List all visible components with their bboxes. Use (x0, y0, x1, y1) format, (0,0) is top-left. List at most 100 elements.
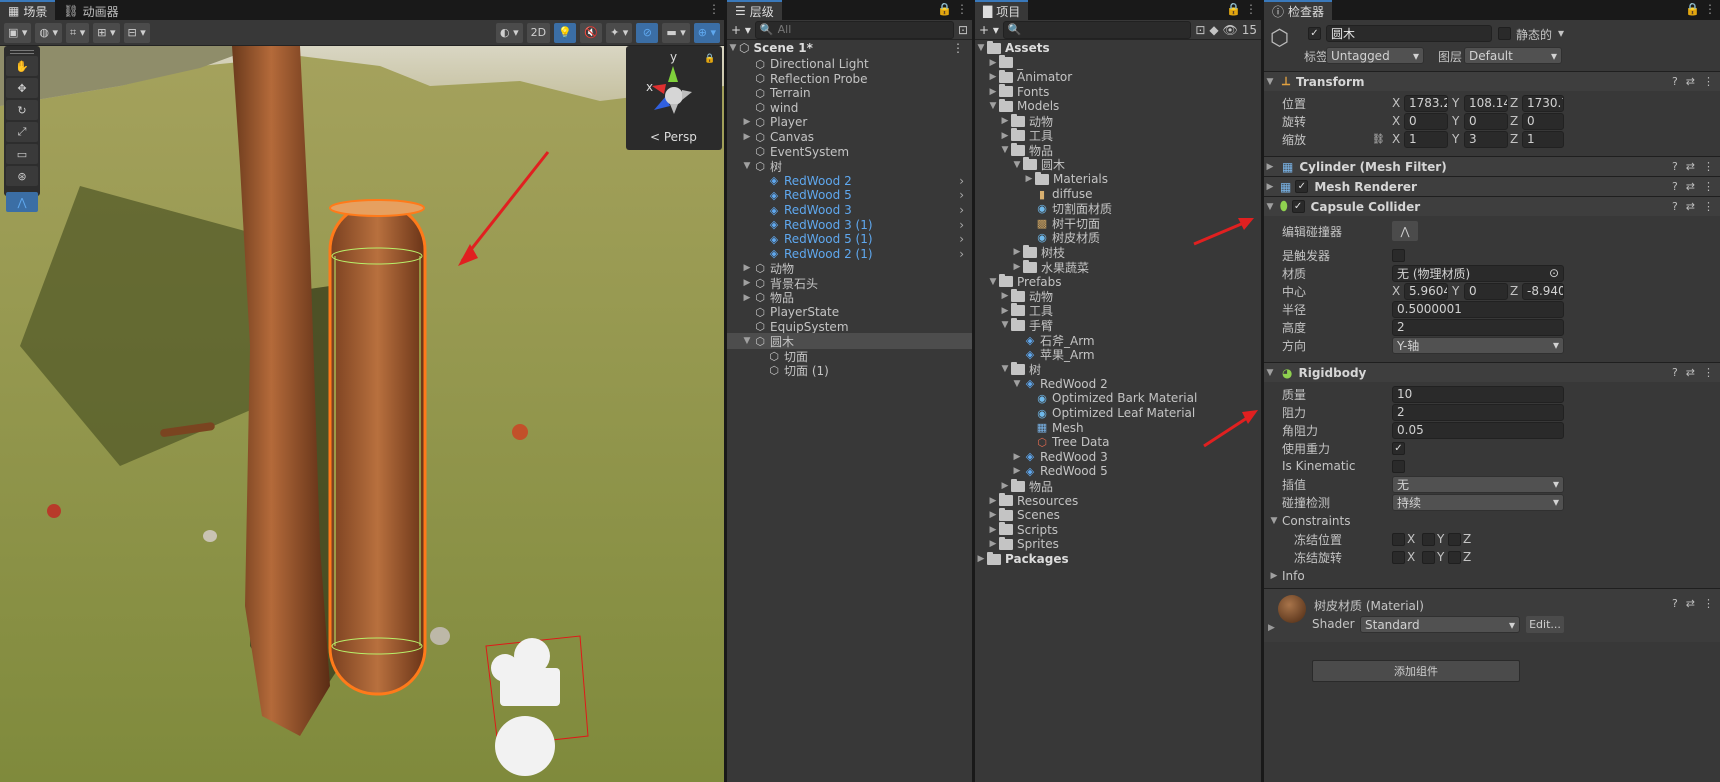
expand-arrow-icon[interactable]: ▶ (999, 481, 1011, 491)
globe-button[interactable]: ◍ ▾ (35, 22, 63, 43)
custom-tool-icon[interactable]: ⋀ (6, 192, 38, 212)
hidden-count-badge[interactable]: 👁 15 (1223, 23, 1257, 37)
component-menu-icon[interactable]: ⋮ (1703, 597, 1714, 610)
help-icon[interactable]: ? (1672, 200, 1678, 213)
static-checkbox[interactable] (1498, 27, 1511, 40)
hierarchy-search-input[interactable]: 🔍 All (754, 20, 954, 39)
project-item[interactable]: ▶ Resources (975, 493, 1261, 509)
hierarchy-item[interactable]: ▶ ⬡ 背景石头 (727, 275, 972, 291)
object-picker-icon[interactable]: ⊙ (1549, 266, 1559, 280)
help-icon[interactable]: ? (1672, 75, 1678, 88)
hierarchy-item[interactable]: ⬡ PlayerState (727, 304, 972, 320)
scene-row[interactable]: ▼ ⬡ Scene 1* ⋮ (727, 40, 972, 56)
position-x-field[interactable]: 1783.2 (1404, 94, 1448, 112)
add-component-button[interactable]: 添加组件 (1312, 660, 1520, 682)
transform-tool-icon[interactable]: ⊛ (6, 166, 38, 186)
use-gravity-checkbox[interactable]: ✓ (1392, 441, 1405, 455)
help-icon[interactable]: ? (1672, 160, 1678, 173)
move-tool-icon[interactable]: ✥ (6, 78, 38, 98)
scale-z-field[interactable]: 1 (1522, 130, 1564, 148)
expand-arrow-icon[interactable]: ▶ (999, 116, 1011, 126)
component-menu-icon[interactable]: ⋮ (1703, 200, 1714, 213)
hierarchy-item[interactable]: ◈ RedWood 3 › (727, 202, 972, 218)
hierarchy-item[interactable]: ⬡ EventSystem (727, 144, 972, 160)
hierarchy-item[interactable]: ⬡ 切面 (727, 348, 972, 364)
hierarchy-item[interactable]: ▶ ⬡ Player (727, 114, 972, 130)
expand-arrow-icon[interactable]: ▶ (1011, 466, 1023, 476)
project-item[interactable]: ▶ Scripts (975, 522, 1261, 538)
project-item[interactable]: ▶ 动物 (975, 113, 1261, 129)
expand-arrow-icon[interactable]: ▶ (987, 72, 999, 82)
expand-arrow-icon[interactable]: ▼ (999, 364, 1011, 374)
scene-menu-icon[interactable]: ⋮ (952, 41, 964, 55)
open-prefab-icon[interactable]: › (959, 218, 964, 232)
position-y-field[interactable]: 108.14 (1464, 94, 1508, 112)
hierarchy-menu-icon[interactable]: 🔒 ⋮ (937, 2, 968, 16)
expand-arrow-icon[interactable]: ▶ (741, 278, 753, 288)
static-dropdown-icon[interactable]: ▾ (1558, 26, 1564, 40)
expand-arrow-icon[interactable]: ▼ (987, 101, 999, 111)
layer-dropdown[interactable]: Default ▾ (1464, 47, 1562, 64)
add-button[interactable]: + ▾ (731, 23, 751, 37)
project-item[interactable]: ▶ Fonts (975, 84, 1261, 100)
project-item[interactable]: ▶ 物品 (975, 478, 1261, 494)
open-prefab-icon[interactable]: › (959, 203, 964, 217)
filter-label-icon[interactable]: ◆ (1209, 23, 1218, 37)
rigidbody-header[interactable]: ▼ ◕ Rigidbody ? ⇄ ⋮ (1264, 362, 1720, 382)
open-prefab-icon[interactable]: › (959, 174, 964, 188)
project-add-button[interactable]: + ▾ (979, 23, 999, 37)
collapse-arrow-icon[interactable]: ▶ (1264, 182, 1276, 192)
project-item[interactable]: ▶ Animator (975, 69, 1261, 85)
project-item[interactable]: ▶ 工具 (975, 128, 1261, 144)
snap-button[interactable]: ⌗ ▾ (66, 22, 90, 43)
mesh-filter-header[interactable]: ▶ ▦ Cylinder (Mesh Filter) ? ⇄ ⋮ (1264, 156, 1720, 176)
expand-arrow-icon[interactable]: ▶ (999, 131, 1011, 141)
scene-viewport[interactable]: ✋ ✥ ↻ ⤢ ▭ ⊛ ⋀ y 🔒 x < Persp (0, 46, 724, 782)
expand-arrow-icon[interactable]: ▶ (741, 263, 753, 273)
collapse-arrow-icon[interactable]: ▶ (1268, 571, 1280, 581)
expand-arrow-icon[interactable]: ▼ (999, 145, 1011, 155)
effects-button[interactable]: ✦ ▾ (606, 22, 633, 43)
project-item[interactable]: ▶ Materials (975, 171, 1261, 187)
search-options-icon[interactable]: ⊡ (958, 23, 968, 37)
grid-snap-button[interactable]: ⊞ ▾ (93, 22, 120, 43)
rotation-y-field[interactable]: 0 (1464, 112, 1508, 130)
link-icon[interactable]: ⛓ (1372, 134, 1385, 145)
expand-arrow-icon[interactable]: ▼ (741, 161, 753, 171)
preset-icon[interactable]: ⇄ (1686, 366, 1695, 379)
expand-arrow-icon[interactable]: ▼ (741, 336, 753, 346)
project-search-input[interactable]: 🔍 (1002, 20, 1192, 39)
gizmos-button[interactable]: ⊕ ▾ (693, 22, 720, 43)
filter-type-icon[interactable]: ⊡ (1195, 23, 1205, 37)
expand-arrow-icon[interactable]: ▶ (987, 539, 999, 549)
drag-field[interactable]: 2 (1392, 403, 1564, 421)
freeze-pos-x-checkbox[interactable] (1392, 532, 1405, 546)
capsule-enabled-checkbox[interactable]: ✓ (1291, 200, 1305, 213)
project-item[interactable]: ▼ 圆木 (975, 157, 1261, 173)
expand-arrow-icon[interactable]: ▼ (1264, 77, 1276, 87)
component-menu-icon[interactable]: ⋮ (1703, 180, 1714, 193)
edit-collider-button[interactable]: ⋀ (1392, 221, 1418, 241)
scale-y-field[interactable]: 3 (1464, 130, 1508, 148)
open-prefab-icon[interactable]: › (959, 188, 964, 202)
expand-arrow-icon[interactable]: ▶ (987, 525, 999, 535)
expand-arrow-icon[interactable]: ▶ (1011, 262, 1023, 272)
help-icon[interactable]: ? (1672, 597, 1678, 610)
project-menu-icon[interactable]: 🔒 ⋮ (1226, 2, 1257, 16)
hierarchy-item[interactable]: ⬡ Terrain (727, 85, 972, 101)
scale-tool-icon[interactable]: ⤢ (6, 122, 38, 142)
hierarchy-item[interactable]: ◈ RedWood 2 (1) › (727, 246, 972, 262)
collision-detection-dropdown[interactable]: 持续 ▾ (1392, 493, 1564, 511)
shader-dropdown[interactable]: Standard ▾ (1360, 616, 1520, 633)
project-item[interactable]: ▶ Sprites (975, 536, 1261, 552)
hierarchy-item[interactable]: ⬡ EquipSystem (727, 319, 972, 335)
expand-arrow-icon[interactable]: ▼ (999, 320, 1011, 330)
hierarchy-item[interactable]: ▶ ⬡ Canvas (727, 129, 972, 145)
project-item[interactable]: ▼ Models (975, 98, 1261, 114)
capsule-collider-header[interactable]: ▼ ⬮ ✓ Capsule Collider ? ⇄ ⋮ (1264, 196, 1720, 216)
tab-hierarchy[interactable]: ☰ 层级 (727, 0, 782, 20)
transform-header[interactable]: ▼ ⟂ Transform ? ⇄ ⋮ (1264, 71, 1720, 91)
project-item[interactable]: ▶ _ (975, 55, 1261, 71)
expand-arrow-icon[interactable]: ▼ (727, 43, 739, 53)
2d-toggle-button[interactable]: 2D (526, 22, 551, 43)
